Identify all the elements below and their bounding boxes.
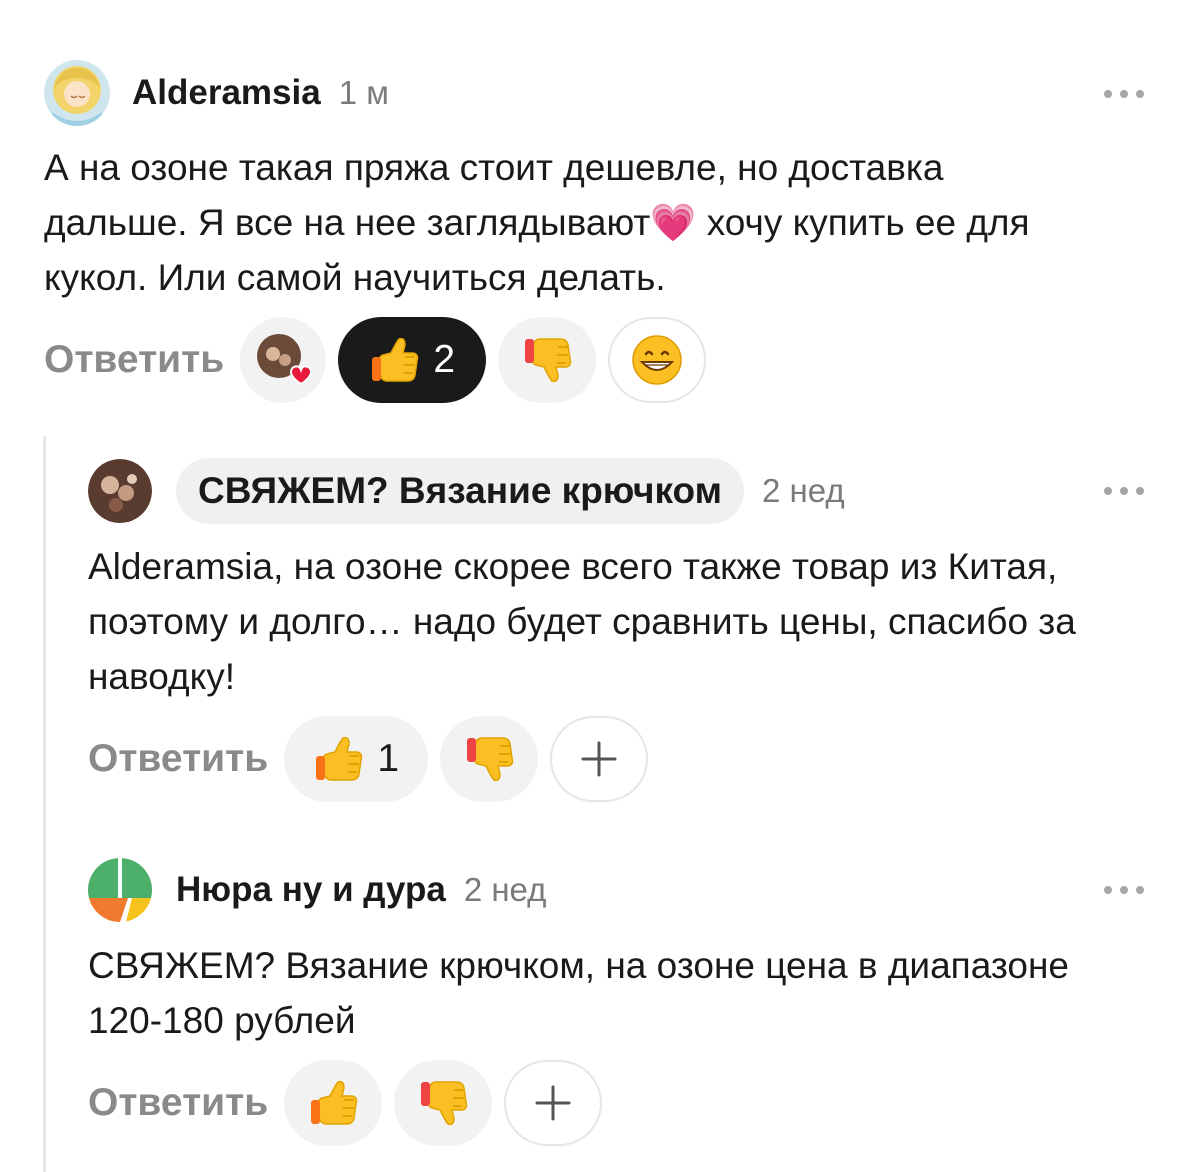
dislike-button[interactable] [440, 716, 539, 802]
thumbs-up-icon [371, 337, 419, 382]
thumbs-down-icon [524, 338, 572, 383]
comment-text-line: поэтому и долго… надо будет сравнить цен… [88, 601, 1076, 642]
dislike-button[interactable] [498, 317, 597, 403]
author-name[interactable]: Нюра ну и дура [176, 870, 446, 910]
like-count: 1 [377, 737, 400, 780]
add-reaction-button[interactable] [608, 317, 707, 403]
avatar[interactable] [88, 858, 152, 922]
thumbs-up-icon [315, 736, 363, 781]
comment-actions: Ответить 1 [88, 716, 649, 802]
comment-text: Alderamsia, на озоне скорее всего также … [88, 539, 1178, 704]
grinning-face-icon [632, 335, 682, 385]
plus-icon [535, 1085, 571, 1121]
reply-button[interactable]: Ответить [44, 338, 224, 382]
thumbs-up-icon [310, 1080, 358, 1125]
comment-text-line: дальше. Я все на нее заглядывают💗 хочу к… [44, 202, 1030, 243]
plus-icon [581, 741, 617, 777]
more-dots-icon[interactable] [1104, 88, 1144, 100]
comment-header: Нюра ну и дура 2 нед [88, 858, 546, 922]
comment-header: СВЯЖЕМ? Вязание крючком 2 нед [88, 458, 845, 524]
comment-text-line: кукол. Или самой научиться делать. [44, 257, 666, 298]
reactor-avatar-icon [257, 334, 312, 386]
comment-text-line: 120-180 рублей [88, 1000, 356, 1041]
more-dots-icon[interactable] [1104, 884, 1144, 896]
more-dots-icon[interactable] [1104, 485, 1144, 497]
avatar[interactable] [44, 60, 110, 126]
like-button[interactable]: 1 [284, 716, 429, 802]
like-count: 2 [433, 338, 456, 381]
add-reaction-button[interactable] [504, 1060, 603, 1146]
reply-button[interactable]: Ответить [88, 737, 268, 781]
thumbs-down-icon [466, 737, 514, 782]
dislike-button[interactable] [394, 1060, 493, 1146]
author-name-chip[interactable]: СВЯЖЕМ? Вязание крючком [176, 458, 744, 524]
comment-time: 2 нед [761, 472, 845, 509]
comment-time: 2 нед [463, 871, 547, 908]
comment-text-line: СВЯЖЕМ? Вязание крючком, на озоне цена в… [88, 945, 1069, 986]
comment-actions: Ответить [88, 1060, 603, 1146]
comment-text-line: А на озоне такая пряжа стоит дешевле, но… [44, 147, 944, 188]
like-button[interactable]: 2 [338, 317, 487, 403]
comment-text: А на озоне такая пряжа стоит дешевле, но… [44, 140, 1164, 305]
comment-time: 1 м [338, 74, 389, 111]
like-button[interactable] [284, 1060, 383, 1146]
comment-actions: Ответить 2 [44, 317, 707, 403]
thread-line [43, 436, 46, 1172]
author-name[interactable]: Alderamsia [132, 73, 321, 113]
comment-text: СВЯЖЕМ? Вязание крючком, на озоне цена в… [88, 938, 1178, 1048]
comment-text-line: наводку! [88, 656, 235, 697]
comment-text-line: Alderamsia, на озоне скорее всего также … [88, 546, 1058, 587]
reaction-avatar-heart[interactable] [240, 317, 327, 403]
thumbs-down-icon [420, 1081, 468, 1126]
comment-header: Alderamsia 1 м [44, 60, 389, 126]
add-reaction-button[interactable] [550, 716, 649, 802]
avatar[interactable] [88, 459, 152, 523]
reply-button[interactable]: Ответить [88, 1081, 268, 1125]
